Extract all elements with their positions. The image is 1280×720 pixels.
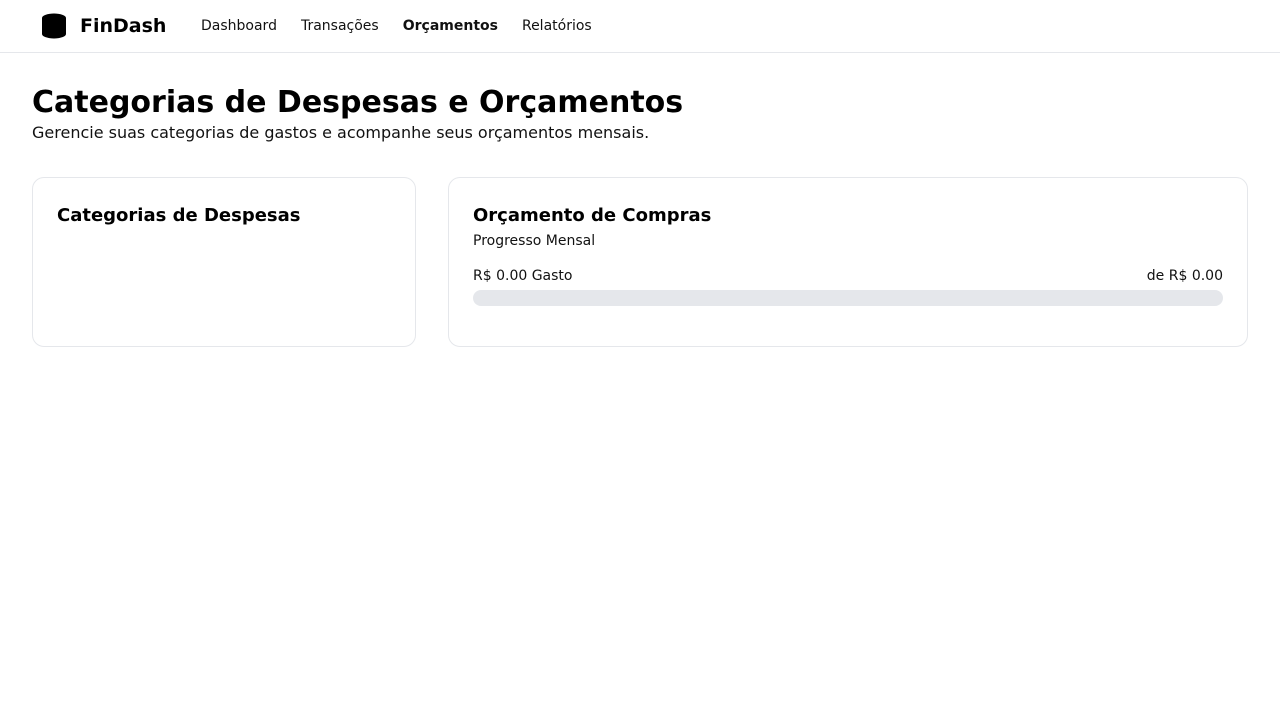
page-subtitle: Gerencie suas categorias de gastos e aco… xyxy=(32,123,650,142)
expense-categories-card: Categorias de Despesas xyxy=(32,177,416,347)
nav-item-dashboard[interactable]: Dashboard xyxy=(201,16,277,36)
budget-amount-row: R$ 0.00 Gasto de R$ 0.00 xyxy=(473,266,1223,286)
budget-card-subtitle: Progresso Mensal xyxy=(473,233,596,249)
nav-item-relatorios[interactable]: Relatórios xyxy=(522,16,592,36)
budget-total: de R$ 0.00 xyxy=(1146,268,1223,284)
categories-card-title: Categorias de Despesas xyxy=(57,205,301,226)
top-navbar: FinDash Dashboard Transações Orçamentos … xyxy=(0,0,1280,53)
brand-name: FinDash xyxy=(80,15,167,37)
stacked-coins-icon xyxy=(42,13,66,39)
nav-item-transacoes[interactable]: Transações xyxy=(301,16,379,36)
spent-amount: R$ 0.00 Gasto xyxy=(473,268,573,284)
brand-link[interactable]: FinDash xyxy=(40,13,166,39)
budget-card-title: Orçamento de Compras xyxy=(473,205,712,226)
page-title: Categorias de Despesas e Orçamentos xyxy=(32,85,684,120)
shopping-budget-card: Orçamento de Compras Progresso Mensal R$… xyxy=(448,177,1248,347)
nav-item-orcamentos[interactable]: Orçamentos xyxy=(403,16,498,36)
main-nav: Dashboard Transações Orçamentos Relatóri… xyxy=(201,16,592,36)
budget-progress-bar xyxy=(473,290,1223,306)
